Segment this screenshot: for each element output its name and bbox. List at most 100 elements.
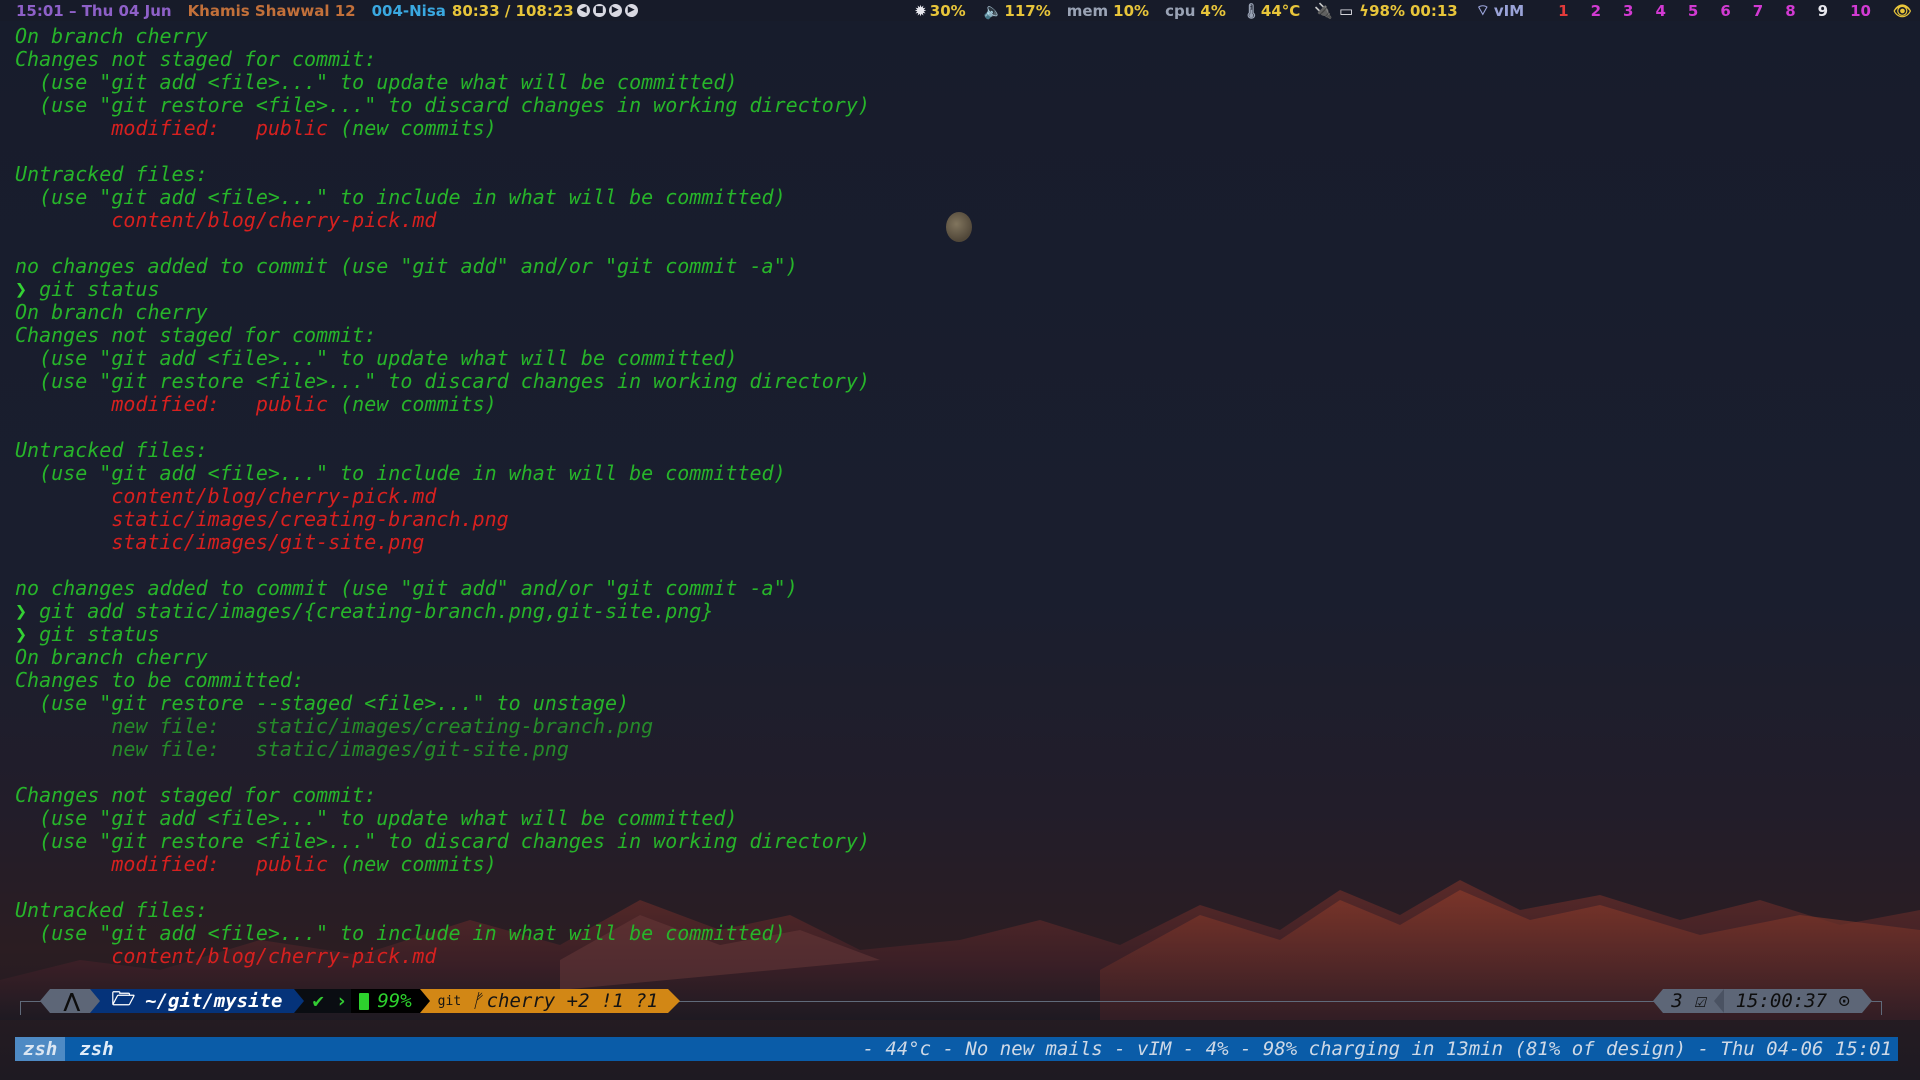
brightness-icon: ✹ — [914, 1, 927, 20]
workspace-3[interactable]: 3 — [1623, 2, 1633, 20]
terminal-text: content/blog/cherry-pick.md — [15, 944, 437, 968]
tmux-status-right: - 44°c - No new mails - vIM - 4% - 98% c… — [862, 1038, 1892, 1060]
branch-icon: ᚠ — [471, 990, 483, 1012]
battery-icon — [359, 992, 370, 1010]
terminal-line: ❯ git add static/images/{creating-branch… — [15, 600, 1905, 623]
terminal-text: git — [27, 622, 76, 646]
terminal-text: status — [75, 277, 160, 301]
battery-icon: ▭ — [1338, 1, 1354, 20]
terminal-text: Changes not staged for commit: — [15, 783, 377, 807]
temp-value: 44°C — [1260, 1, 1301, 20]
terminal-line: (use "git add <file>..." to update what … — [15, 807, 1905, 830]
thermometer-icon: 🌡 — [1241, 1, 1261, 20]
prompt-battery: 99% — [351, 989, 420, 1013]
terminal-text: modified: public — [15, 116, 329, 140]
terminal-line: (use "git restore <file>..." to discard … — [15, 370, 1905, 393]
workspace-7[interactable]: 7 — [1753, 2, 1763, 20]
terminal-text: (new commits) — [328, 852, 497, 876]
workspace-4[interactable]: 4 — [1655, 2, 1665, 20]
terminal-text: (new commits) — [328, 392, 497, 416]
prompt-directory: 🗁 ~/git/mysite — [99, 988, 295, 1013]
terminal-line: (use "git add <file>..." to include in w… — [15, 462, 1905, 485]
terminal-text: (use "git add <file>..." to update what … — [15, 346, 738, 370]
top-bar: 15:01 – Thu 04 Jun Khamis Shawwal 12 004… — [0, 0, 1920, 21]
terminal-line: Changes not staged for commit: — [15, 324, 1905, 347]
terminal-text: no changes added to commit (use "git add… — [15, 576, 798, 600]
status-ok-icon: ✔ — [304, 989, 332, 1013]
workspace-6[interactable]: 6 — [1720, 2, 1730, 20]
prompt-left: ⋀ 🗁 ~/git/mysite ✔ › 99% git ᚠ cherry +2… — [40, 988, 681, 1013]
hijri-date: Khamis Shawwal 12 — [187, 1, 356, 20]
clock-time: 15:01 — [16, 1, 64, 20]
workspace-9[interactable]: 9 — [1818, 2, 1828, 20]
terminal-line: ❯ git status — [15, 278, 1905, 301]
workspace-2[interactable]: 2 — [1591, 2, 1601, 20]
terminal-text: content/blog/cherry-pick.md — [15, 208, 437, 232]
cpu-value: 4% — [1200, 1, 1226, 20]
tmux-window[interactable]: zsh — [65, 1038, 127, 1060]
prev-icon[interactable]: ◀ — [576, 4, 590, 17]
terminal-text: On branch cherry — [15, 24, 208, 48]
terminal-text: (use "git restore <file>..." to discard … — [15, 829, 870, 853]
jobs-count: 3 ☑ — [1663, 989, 1714, 1013]
eye-icon[interactable]: 👁 — [1893, 2, 1912, 20]
terminal-text: (use "git add <file>..." to include in w… — [15, 921, 786, 945]
terminal-text: Untracked files: — [15, 438, 208, 462]
workspace-8[interactable]: 8 — [1785, 2, 1795, 20]
terminal-line: no changes added to commit (use "git add… — [15, 577, 1905, 600]
terminal-line: ❯ git status — [15, 623, 1905, 646]
terminal-output[interactable]: On branch cherry Changes not staged for c… — [15, 25, 1905, 968]
terminal-text: (use "git restore <file>..." to discard … — [15, 93, 870, 117]
terminal-text: new file: static/images/creating-branch.… — [15, 714, 654, 738]
terminal-line: (use "git restore <file>..." to discard … — [15, 830, 1905, 853]
terminal-line: static/images/creating-branch.png — [15, 508, 1905, 531]
workspace-10[interactable]: 10 — [1850, 2, 1871, 20]
terminal-line: On branch cherry — [15, 25, 1905, 48]
tmux-status-bar: zsh zsh - 44°c - No new mails - vIM - 4%… — [15, 1037, 1898, 1061]
terminal-line: Untracked files: — [15, 899, 1905, 922]
wifi-icon[interactable]: ⌔ — [1476, 1, 1490, 20]
terminal-text: no changes added to commit (use "git add… — [15, 254, 798, 278]
terminal-text: (use "git add <file>..." to include in w… — [15, 185, 786, 209]
cpu-label: cpu — [1165, 1, 1196, 20]
mem-value: 10% — [1113, 1, 1150, 20]
terminal-line: content/blog/cherry-pick.md — [15, 485, 1905, 508]
terminal-text: git — [27, 599, 76, 623]
terminal-line: (use "git add <file>..." to update what … — [15, 71, 1905, 94]
terminal-line: modified: public (new commits) — [15, 117, 1905, 140]
play-icon[interactable]: ▶ — [608, 4, 622, 17]
stop-icon[interactable]: ■ — [592, 4, 606, 17]
prompt-battery-value: 99% — [377, 990, 412, 1012]
terminal-line: content/blog/cherry-pick.md — [15, 945, 1905, 968]
next-icon[interactable]: ▶ — [624, 4, 638, 17]
prompt-chevron-icon: ❯ — [15, 622, 28, 646]
tmux-session[interactable]: zsh — [15, 1037, 66, 1061]
terminal-text: modified: public — [15, 852, 329, 876]
prompt-git: git ᚠ cherry +2 !1 ?1 — [429, 989, 669, 1013]
terminal-line: modified: public (new commits) — [15, 853, 1905, 876]
prompt-chevron-icon: ❯ — [15, 599, 28, 623]
terminal-text: On branch cherry — [15, 300, 208, 324]
workspace-5[interactable]: 5 — [1688, 2, 1698, 20]
terminal-text: static/images/git-site.png — [15, 530, 425, 554]
network-name: vIM — [1493, 1, 1525, 20]
terminal-line: modified: public (new commits) — [15, 393, 1905, 416]
volume-icon[interactable]: 🔈 — [984, 2, 1003, 20]
terminal-text: Untracked files: — [15, 898, 208, 922]
battery-value: 98% — [1369, 1, 1405, 20]
media-track[interactable]: 004-Nisa — [372, 2, 446, 20]
bolt-icon: ϟ — [1359, 1, 1370, 20]
workspace-1[interactable]: 1 — [1558, 2, 1568, 20]
terminal-line: Changes to be committed: — [15, 669, 1905, 692]
plug-icon: 🔌 — [1314, 1, 1333, 20]
brightness-value: 30% — [929, 1, 966, 20]
battery-time: 00:13 — [1409, 1, 1458, 20]
terminal-line: content/blog/cherry-pick.md — [15, 209, 1905, 232]
prompt-right: 3 ☑ 15:00:37 ⊙ — [1653, 989, 1872, 1013]
workspace-list: 1 2 3 4 5 6 7 8 9 10 — [1558, 2, 1871, 20]
terminal-text: add static/images/{creating-branch.png,g… — [75, 599, 714, 623]
terminal-line: static/images/git-site.png — [15, 531, 1905, 554]
terminal-line: Untracked files: — [15, 163, 1905, 186]
